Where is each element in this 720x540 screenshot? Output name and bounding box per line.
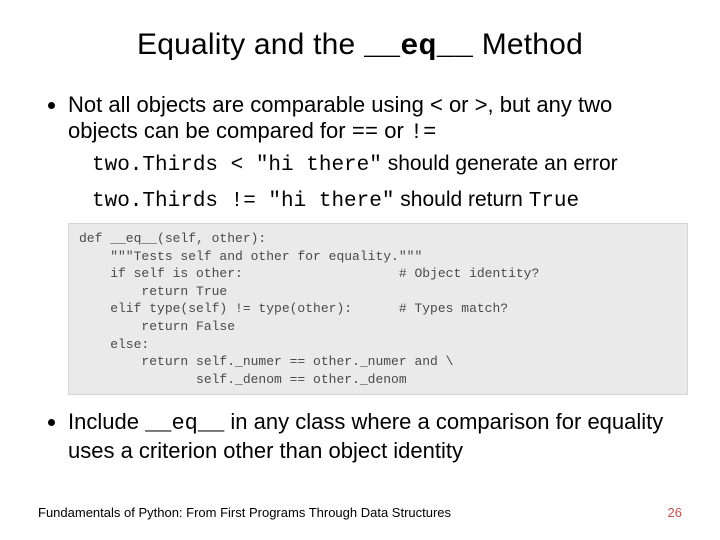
sub2-rest1: should return — [394, 188, 528, 211]
code-block: def __eq__(self, other): """Tests self a… — [68, 223, 688, 395]
footer-text: Fundamentals of Python: From First Progr… — [38, 505, 451, 520]
b1-op1: < — [430, 92, 443, 117]
bullet-list: Not all objects are comparable using < o… — [38, 92, 682, 147]
sub-line-2: two.Thirds != "hi there" should return T… — [92, 187, 682, 215]
sub2-val: True — [529, 190, 579, 213]
title-prefix: Equality and the — [137, 28, 364, 61]
bullet-2: Include __eq__ in any class where a comp… — [68, 409, 682, 464]
b1-op2: > — [475, 92, 488, 117]
b1-t4: or — [378, 118, 410, 143]
sub1-code: two.Thirds < "hi there" — [92, 154, 382, 177]
title-method: __eq__ — [364, 30, 473, 64]
b2-t1: Include — [68, 409, 145, 434]
page-number: 26 — [668, 505, 682, 520]
bullet-1: Not all objects are comparable using < o… — [68, 92, 682, 147]
slide-title: Equality and the __eq__ Method — [38, 28, 682, 64]
title-suffix: Method — [473, 28, 583, 61]
bullet-list-2: Include __eq__ in any class where a comp… — [38, 409, 682, 464]
footer: Fundamentals of Python: From First Progr… — [38, 505, 682, 520]
b1-t1: Not all objects are comparable using — [68, 92, 430, 117]
b1-t2: or — [443, 92, 475, 117]
sub2-code: two.Thirds != "hi there" — [92, 190, 394, 213]
slide: Equality and the __eq__ Method Not all o… — [0, 0, 720, 540]
b1-op3: == — [352, 120, 378, 145]
b2-method: __eq__ — [145, 411, 224, 436]
sub1-rest: should generate an error — [382, 152, 618, 175]
b1-op4: != — [410, 120, 436, 145]
sub-line-1: two.Thirds < "hi there" should generate … — [92, 151, 682, 179]
